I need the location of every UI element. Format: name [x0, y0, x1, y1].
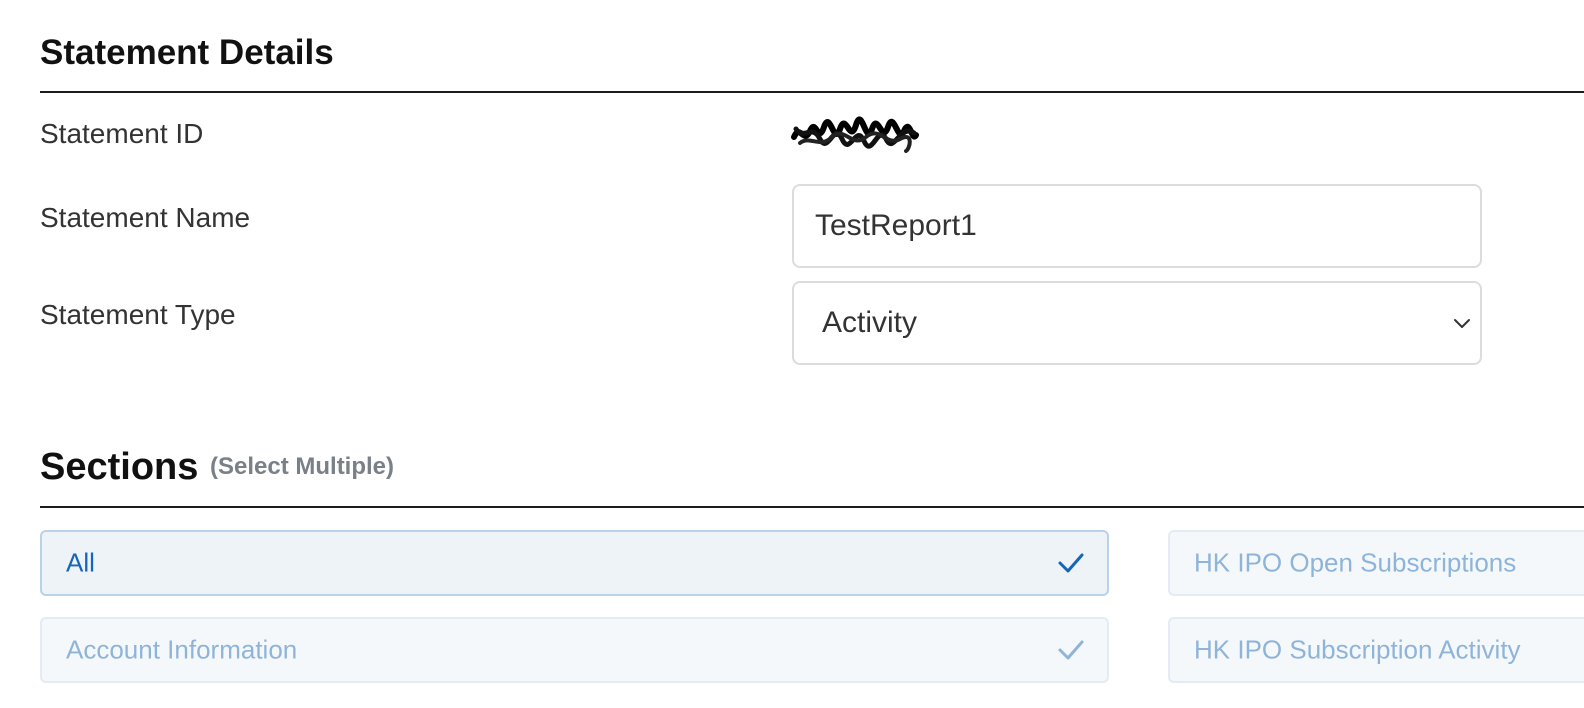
- statement-id-redaction: [791, 116, 919, 153]
- section-option-label: All: [66, 547, 95, 578]
- chevron-down-icon: [1454, 319, 1470, 328]
- section-option-label: Account Information: [66, 634, 298, 665]
- statement-type-select[interactable]: Activity: [792, 281, 1482, 365]
- section-option-label: HK IPO Subscription Activity: [1194, 634, 1521, 665]
- section-option-hk-ipo-subscription-activity[interactable]: HK IPO Subscription Activity: [1168, 617, 1584, 683]
- sections-divider: [40, 506, 1584, 508]
- sections-subtitle: (Select Multiple): [210, 453, 395, 480]
- statement-form: Statement Details Statement ID Statement…: [0, 0, 1584, 708]
- checkmark-icon: [1058, 553, 1084, 573]
- statement-name-value: TestReport1: [815, 209, 977, 242]
- statement-name-label: Statement Name: [40, 202, 251, 233]
- statement-type-label: Statement Type: [40, 299, 236, 330]
- statement-details-heading: Statement Details: [40, 33, 334, 72]
- sections-heading: Sections: [40, 446, 199, 488]
- section-option-label: HK IPO Open Subscriptions: [1194, 547, 1517, 578]
- section-option-all[interactable]: All: [40, 530, 1109, 596]
- section-option-hk-ipo-open-subscriptions[interactable]: HK IPO Open Subscriptions: [1168, 530, 1584, 596]
- details-divider: [40, 91, 1584, 93]
- section-option-account-information[interactable]: Account Information: [40, 617, 1109, 683]
- checkmark-icon: [1058, 640, 1084, 660]
- statement-id-label: Statement ID: [40, 118, 204, 149]
- statement-type-value: Activity: [822, 306, 918, 339]
- statement-name-input[interactable]: TestReport1: [792, 184, 1482, 268]
